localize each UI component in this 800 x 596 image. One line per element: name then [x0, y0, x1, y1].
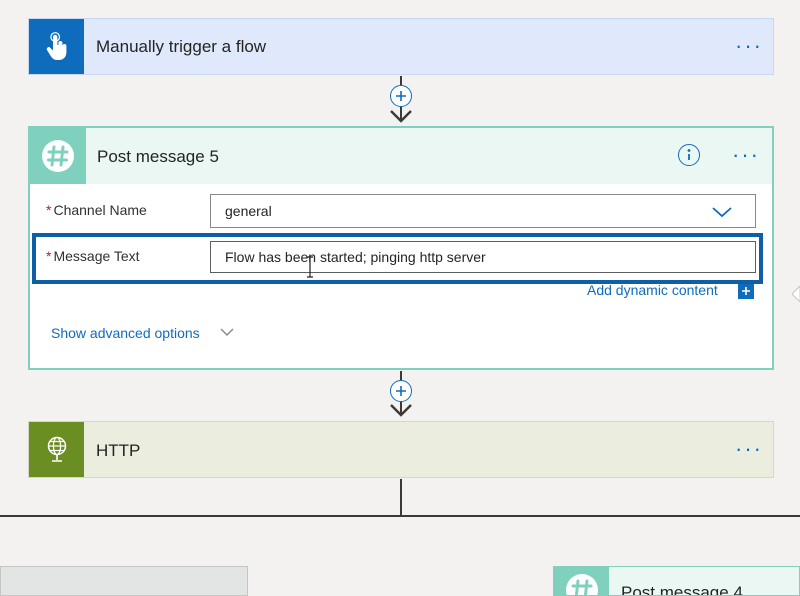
- branch-horizontal-line: [0, 515, 800, 517]
- bottom-right-title: Post message 4: [621, 583, 743, 596]
- channel-name-value: general: [225, 203, 272, 219]
- insert-step-button-2[interactable]: [390, 380, 412, 402]
- trigger-card[interactable]: Manually trigger a flow ···: [28, 18, 774, 75]
- slack-hash-icon: [565, 574, 598, 595]
- add-dynamic-content-button[interactable]: [738, 283, 754, 299]
- plus-icon: [742, 287, 750, 295]
- http-card[interactable]: HTTP ···: [28, 421, 774, 478]
- info-button[interactable]: [678, 144, 700, 166]
- chevron-down-icon[interactable]: [711, 206, 733, 218]
- post-message-icon-box: [30, 128, 86, 184]
- post-message-title: Post message 5: [97, 147, 219, 166]
- http-title: HTTP: [96, 441, 141, 460]
- globe-icon: [47, 436, 66, 462]
- chevron-down-icon[interactable]: [220, 328, 234, 337]
- http-more-button[interactable]: ···: [735, 438, 763, 460]
- show-advanced-options-link[interactable]: Show advanced options: [51, 325, 200, 341]
- hand-touch-icon: [46, 31, 66, 60]
- info-icon: [687, 149, 691, 160]
- side-panel-tab[interactable]: [792, 286, 800, 302]
- channel-name-label-text: Channel Name: [53, 202, 147, 218]
- branch-connector-line: [400, 479, 402, 516]
- message-text-highlight: [32, 233, 763, 284]
- plus-icon: [396, 386, 406, 396]
- arrow-down-icon: [390, 404, 412, 417]
- slack-hash-icon: [42, 140, 74, 172]
- trigger-more-button[interactable]: ···: [735, 35, 763, 57]
- trigger-icon-box: [29, 19, 84, 74]
- insert-step-button-1[interactable]: [390, 85, 412, 107]
- http-icon-box: [29, 422, 84, 477]
- plus-icon: [396, 91, 406, 101]
- trigger-title: Manually trigger a flow: [96, 37, 267, 56]
- channel-name-dropdown[interactable]: general: [210, 194, 756, 228]
- required-mark: *: [46, 202, 52, 218]
- arrow-down-icon: [390, 110, 412, 123]
- channel-name-label: * Channel Name: [46, 202, 147, 218]
- post-message-more-button[interactable]: ···: [732, 144, 760, 166]
- add-dynamic-content-link[interactable]: Add dynamic content: [587, 282, 718, 298]
